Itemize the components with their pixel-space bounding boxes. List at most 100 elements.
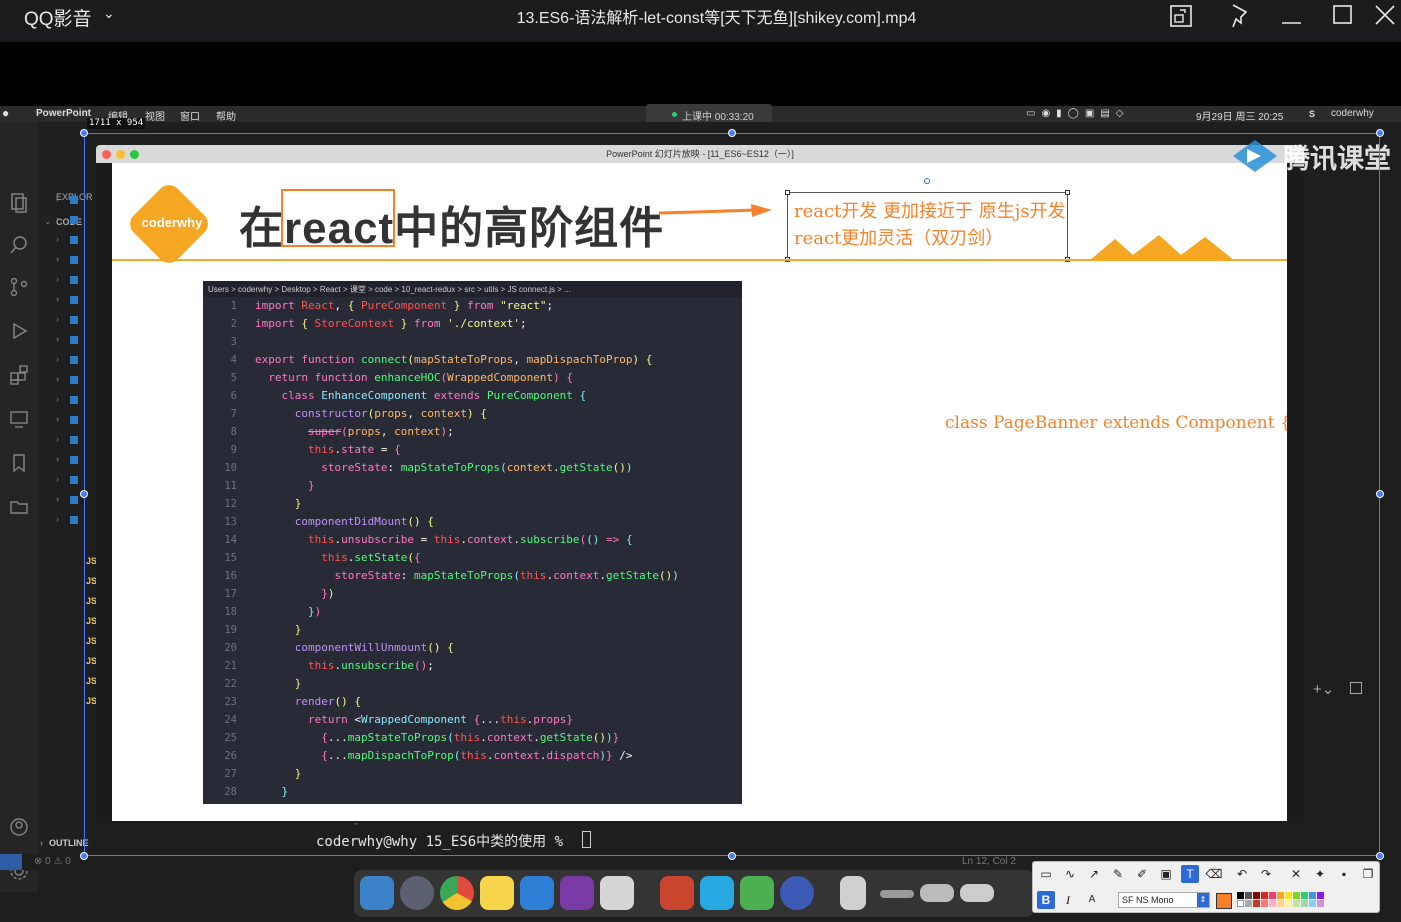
highlighter-tool-icon[interactable]: ✐ <box>1133 865 1151 883</box>
launchpad-icon[interactable] <box>400 876 434 910</box>
color-swatch[interactable] <box>1285 900 1292 907</box>
zoom-button[interactable] <box>130 150 139 159</box>
window-thumb-icon[interactable] <box>960 884 994 902</box>
folder-icon <box>70 316 78 324</box>
minimize-button[interactable] <box>116 150 125 159</box>
remote-explorer-icon[interactable] <box>8 408 30 430</box>
redo-icon[interactable]: ↷ <box>1257 865 1275 883</box>
arrow-tool-icon[interactable]: ↗ <box>1085 865 1103 883</box>
problems-count[interactable]: ⊗ 0 ⚠ 0 <box>34 856 71 867</box>
color-swatch[interactable] <box>1277 900 1284 907</box>
code-screenshot: Users > coderwhy > Desktop > React > 课堂 … <box>203 281 742 804</box>
pin-icon[interactable] <box>1224 2 1254 32</box>
code-line: 3 <box>230 336 237 348</box>
select-tool-icon[interactable]: ▭ <box>1037 865 1055 883</box>
copy-icon[interactable]: ❐ <box>1359 865 1377 883</box>
ppt-window-title: PowerPoint 幻灯片放映 - [11_ES6~ES12（一）] <box>606 149 794 159</box>
color-swatch[interactable] <box>1269 892 1276 899</box>
note-textbox[interactable]: react开发 更加接近于 原生js开发 react更加灵活（双刃剑） <box>785 190 1070 262</box>
folder-icon <box>70 456 78 464</box>
code-line: 4 export function connect(mapStateToProps… <box>230 353 653 366</box>
minimize-icon[interactable] <box>1277 2 1307 32</box>
maximize-icon[interactable] <box>1328 2 1358 32</box>
color-swatch[interactable] <box>1261 892 1268 899</box>
app-icon[interactable] <box>740 876 774 910</box>
notes-icon[interactable] <box>480 876 514 910</box>
chevron-right-icon: › <box>56 434 59 444</box>
bookmark-icon[interactable] <box>8 452 30 474</box>
code-line: 20 componentWillUnmount() { <box>224 641 454 654</box>
color-swatch[interactable] <box>1301 892 1308 899</box>
run-debug-icon[interactable] <box>8 320 30 342</box>
current-color-swatch[interactable] <box>1216 893 1232 909</box>
pin-icon[interactable]: ✦ <box>1311 865 1329 883</box>
close-icon[interactable]: ✕ <box>1287 865 1305 883</box>
pen-tool-icon[interactable]: ✎ <box>1109 865 1127 883</box>
split-terminal-icon[interactable] <box>1350 682 1362 694</box>
source-control-icon[interactable] <box>8 276 30 298</box>
window-thumb-icon[interactable] <box>880 890 914 898</box>
folder-icon[interactable] <box>8 496 30 518</box>
resize-handle[interactable] <box>785 190 790 195</box>
finder-icon[interactable] <box>360 876 394 910</box>
folder-icon <box>70 296 78 304</box>
color-swatch[interactable] <box>1237 900 1244 907</box>
eraser-tool-icon[interactable]: ⌫ <box>1205 865 1223 883</box>
color-swatch[interactable] <box>1269 900 1276 907</box>
close-icon[interactable] <box>1370 2 1400 32</box>
color-swatch[interactable] <box>1317 892 1324 899</box>
typora-icon[interactable] <box>600 876 634 910</box>
color-swatch[interactable] <box>1237 892 1244 899</box>
chevron-down-icon[interactable]: ⌄ <box>44 216 52 227</box>
color-swatch[interactable] <box>1245 900 1252 907</box>
color-swatch[interactable] <box>1317 900 1324 907</box>
font-select[interactable]: SF NS Mono ⇕ <box>1118 892 1210 908</box>
cursor-position[interactable]: Ln 12, Col 2 <box>962 856 1016 867</box>
folder-icon <box>70 516 78 524</box>
rotate-handle[interactable] <box>924 178 930 184</box>
resize-handle[interactable] <box>1065 190 1070 195</box>
color-swatch[interactable] <box>1245 892 1252 899</box>
bold-button[interactable]: B <box>1037 891 1055 909</box>
outline-section[interactable]: › OUTLINE <box>40 838 89 848</box>
powerpoint-icon[interactable] <box>660 876 694 910</box>
close-button[interactable] <box>102 150 111 159</box>
code-line: 16 storeState: mapStateToProps(this.cont… <box>224 569 679 582</box>
breadcrumb: Users > coderwhy > Desktop > React > 课堂 … <box>203 281 742 297</box>
italic-button[interactable]: I <box>1059 891 1077 909</box>
onenote-icon[interactable] <box>560 876 594 910</box>
video-app-icon[interactable] <box>780 876 814 910</box>
font-size-icon[interactable]: A <box>1083 891 1101 909</box>
window-thumb-icon[interactable] <box>920 884 954 902</box>
class-timer-text: 上课中 00:33:20 <box>682 112 754 123</box>
color-swatch[interactable] <box>1261 900 1268 907</box>
mountain-decoration <box>1089 235 1235 261</box>
color-swatch[interactable] <box>1277 892 1284 899</box>
account-icon[interactable] <box>8 816 30 838</box>
undo-icon[interactable]: ↶ <box>1233 865 1251 883</box>
add-terminal-icon[interactable]: +⌄ <box>1313 680 1334 698</box>
color-swatch[interactable] <box>1301 900 1308 907</box>
color-swatch[interactable] <box>1293 900 1300 907</box>
color-swatch[interactable] <box>1309 900 1316 907</box>
chrome-icon[interactable] <box>440 876 474 910</box>
remote-indicator[interactable] <box>0 854 22 870</box>
chevron-right-icon: › <box>56 374 59 384</box>
color-swatch[interactable] <box>1309 892 1316 899</box>
mosaic-tool-icon[interactable]: ▣ <box>1157 865 1175 883</box>
color-swatch[interactable] <box>1253 900 1260 907</box>
files-icon[interactable] <box>8 192 30 214</box>
vscode-icon[interactable] <box>520 876 554 910</box>
color-swatch[interactable] <box>1285 892 1292 899</box>
tencent-class-icon[interactable] <box>700 876 734 910</box>
mini-mode-icon[interactable] <box>1166 2 1196 32</box>
video-frame[interactable]: ● PowerPoint 编辑 视图 窗口 帮助 ▭◉▮◯▣▤◇ 9月29日 周… <box>0 42 1401 922</box>
search-icon[interactable] <box>8 234 30 256</box>
text-tool-icon[interactable]: T <box>1181 865 1199 883</box>
freehand-tool-icon[interactable]: ∿ <box>1061 865 1079 883</box>
color-swatch[interactable] <box>1253 892 1260 899</box>
extensions-icon[interactable] <box>8 364 30 386</box>
save-icon[interactable]: ▪ <box>1335 865 1353 883</box>
file-icon[interactable] <box>840 876 866 910</box>
color-swatch[interactable] <box>1293 892 1300 899</box>
